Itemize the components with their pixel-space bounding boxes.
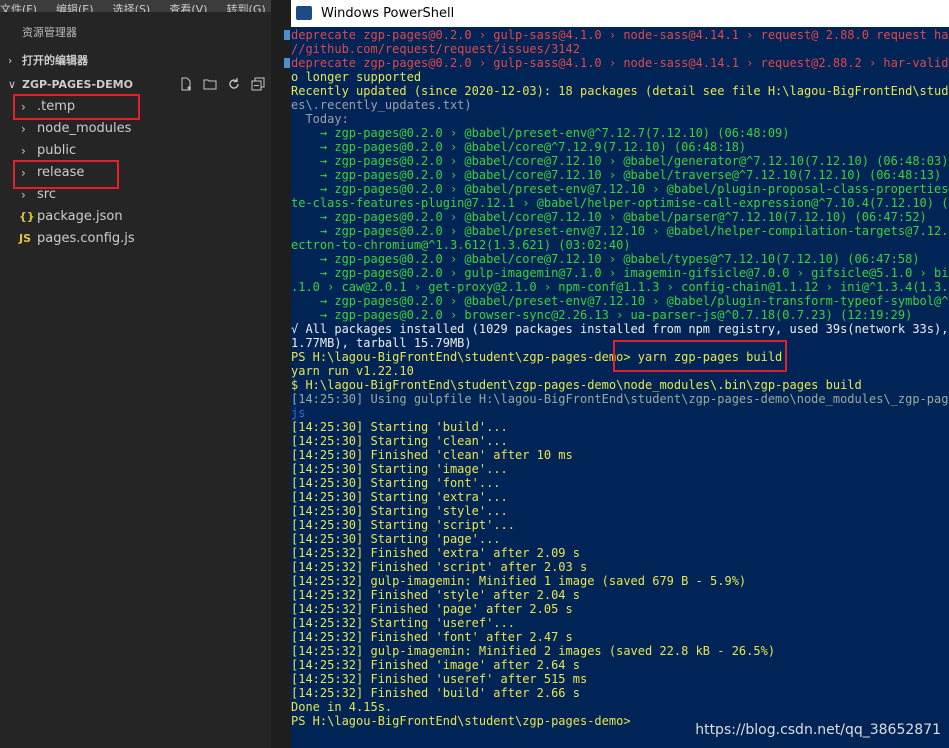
console-line: yarn run v1.22.10 [291,364,414,378]
menu-edit[interactable]: 编辑(E) [56,3,94,12]
console-line: [14:25:32] Finished 'useref' after 515 m… [291,672,588,686]
console-line: [14:25:30] Starting 'font'... [291,476,501,490]
console-line: Done in 4.15s. [291,700,393,714]
console-line: → zgp-pages@0.2.0 › @babel/preset-env@7.… [291,224,949,238]
highlight-box-temp [13,94,140,120]
window-title: Windows PowerShell [321,6,455,21]
new-folder-icon[interactable] [203,77,217,91]
js-file-icon: JS [19,232,32,245]
console-line: [14:25:30] Starting 'script'... [291,518,515,532]
powershell-icon [296,6,312,20]
console-line: [14:25:30] Starting 'style'... [291,504,508,518]
console-line: [14:25:32] Finished 'build' after 2.66 s [291,686,580,700]
console-line: .1.0 › caw@2.0.1 › get-proxy@2.1.0 › npm… [291,280,949,294]
console-line: [14:25:32] Finished 'font' after 2.47 s [291,630,573,644]
explorer-title: 资源管理器 [22,26,77,39]
console-line: → zgp-pages@0.2.0 › @babel/preset-env@7.… [291,182,949,196]
console-line: → zgp-pages@0.2.0 › gulp-imagemin@7.1.0 … [291,266,949,280]
console-line: 1.77MB), tarball 15.79MB) [291,336,472,350]
console-line: [14:25:32] Finished 'page' after 2.05 s [291,602,573,616]
console-line: ectron-to-chromium@^1.3.612(1.3.621) (03… [291,238,631,252]
tree-item-label: package.json [37,209,123,224]
menu-view[interactable]: 查看(V) [169,3,207,12]
console-line: [14:25:30] Finished 'clean' after 10 ms [291,448,573,462]
console-line: [14:25:30] Starting 'clean'... [291,434,508,448]
console-line: [14:25:32] Finished 'image' after 2.64 s [291,658,580,672]
console-line: → zgp-pages@0.2.0 › browser-sync@2.26.13… [291,308,913,322]
console-line: Today: [291,112,349,126]
console-prompt-line: PS H:\lagou-BigFrontEnd\student\zgp-page… [291,714,631,728]
powershell-titlebar[interactable]: Windows PowerShell [291,0,949,27]
explorer-panel: 资源管理器 › 打开的编辑器 ∨ ZGP-PAGES-DEMO › .temp … [0,12,271,748]
console-line: → zgp-pages@0.2.0 › @babel/core@7.12.10 … [291,154,949,168]
console-line: es\.recently_updates.txt) [291,98,472,112]
new-file-icon[interactable] [179,77,193,91]
json-file-icon: {} [19,210,35,223]
console-line: [14:25:32] gulp-imagemin: Minified 1 ima… [291,574,747,588]
console-line: → zgp-pages@0.2.0 › @babel/preset-env@^7… [291,126,790,140]
gutter-marker [284,30,290,40]
powershell-console[interactable]: deprecate zgp-pages@0.2.0 › gulp-sass@4.… [291,27,949,748]
gutter-marker [284,58,290,68]
csdn-watermark: https://blog.csdn.net/qq_38652871 [695,722,941,738]
console-line: [14:25:30] Using gulpfile H:\lagou-BigFr… [291,392,949,406]
console-line: //github.com/request/request/issues/3142 [291,42,580,56]
menu-file[interactable]: 文件(F) [0,3,37,12]
console-line: [14:25:30] Starting 'build'... [291,420,508,434]
console-line: o longer supported [291,70,422,84]
collapse-all-icon[interactable] [251,77,265,91]
console-line: [14:25:32] gulp-imagemin: Minified 2 ima… [291,644,776,658]
open-editors-label: 打开的编辑器 [22,54,88,67]
console-line: deprecate zgp-pages@0.2.0 › gulp-sass@4.… [291,28,949,42]
editor-gutter [271,0,291,748]
project-label: ZGP-PAGES-DEMO [22,78,133,91]
console-line: [14:25:30] Starting 'image'... [291,462,508,476]
tree-item-label: src [37,187,56,202]
console-line: → zgp-pages@0.2.0 › @babel/core@^7.12.9(… [291,140,747,154]
console-line: [14:25:30] Starting 'page'... [291,532,501,546]
chevron-down-icon: ∨ [8,78,17,91]
highlight-box-release [13,160,119,189]
chevron-right-icon: › [21,144,26,158]
chevron-right-icon: › [8,54,13,67]
tree-item-node-modules[interactable]: › node_modules [0,118,271,140]
tree-item-label: node_modules [37,121,132,136]
console-line: $ H:\lagou-BigFrontEnd\student\zgp-pages… [291,378,862,392]
tree-item-package-json[interactable]: {} package.json [0,206,271,228]
console-line: [14:25:32] Finished 'script' after 2.03 … [291,560,588,574]
tree-item-pages-config[interactable]: JS pages.config.js [0,228,271,250]
tree-item-label: public [37,143,77,158]
chevron-right-icon: › [21,122,26,136]
open-editors-section[interactable]: › 打开的编辑器 [0,50,271,72]
console-line: → zgp-pages@0.2.0 › @babel/preset-env@7.… [291,294,949,308]
console-line: deprecate zgp-pages@0.2.0 › gulp-sass@4.… [291,56,949,70]
console-line: → zgp-pages@0.2.0 › @babel/core@7.12.10 … [291,252,920,266]
tree-item-label: pages.config.js [37,231,135,246]
highlight-box-command [613,340,787,372]
project-section[interactable]: ∨ ZGP-PAGES-DEMO [0,74,271,96]
menu-go[interactable]: 转到(G) [227,3,266,12]
console-line: → zgp-pages@0.2.0 › @babel/core@7.12.10 … [291,210,927,224]
tree-item-public[interactable]: › public [0,140,271,162]
console-line: te-class-features-plugin@7.12.1 › @babel… [291,196,949,210]
console-line: √ All packages installed (1029 packages … [291,322,949,336]
refresh-icon[interactable] [227,77,241,91]
console-line: Recently updated (since 2020-12-03): 18 … [291,84,949,98]
console-line: → zgp-pages@0.2.0 › @babel/core@7.12.10 … [291,168,942,182]
console-line: [14:25:30] Starting 'extra'... [291,490,508,504]
menubar: 文件(F) 编辑(E) 选择(S) 查看(V) 转到(G) [0,0,290,12]
console-line: js [291,406,306,420]
console-line: [14:25:32] Finished 'extra' after 2.09 s [291,546,580,560]
console-line: [14:25:32] Finished 'style' after 2.04 s [291,588,580,602]
console-line: [14:25:32] Starting 'useref'... [291,616,515,630]
menu-selection[interactable]: 选择(S) [113,3,151,12]
